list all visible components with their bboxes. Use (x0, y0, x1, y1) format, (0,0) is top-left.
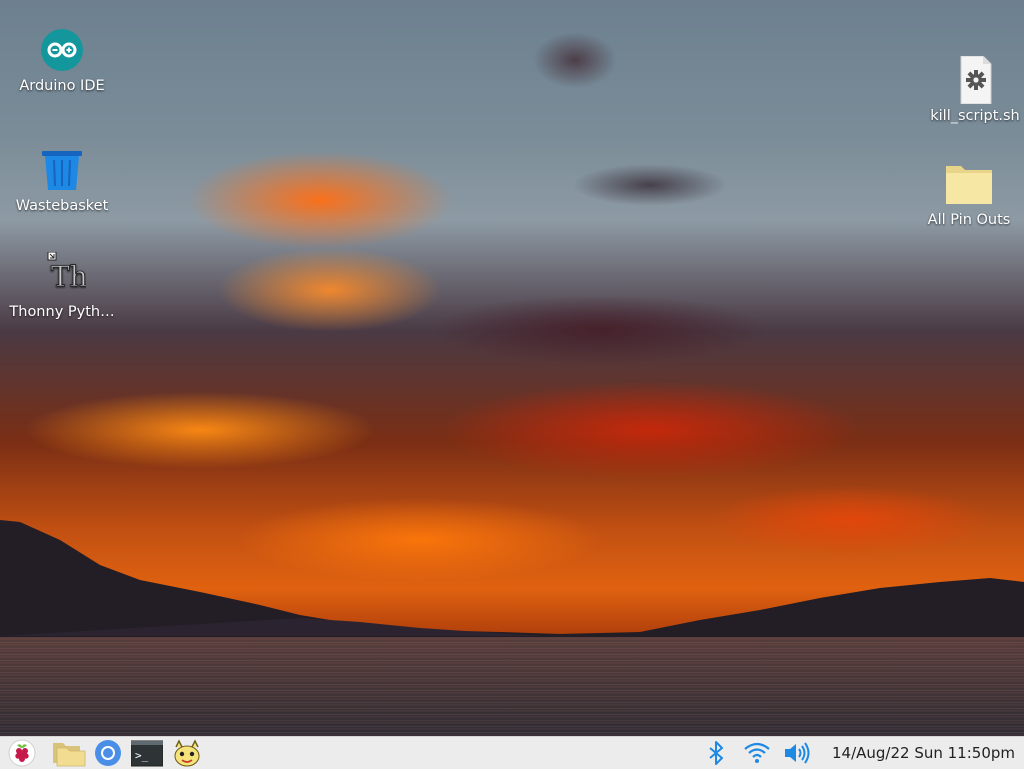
desktop-icon-label: kill_script.sh (930, 108, 1020, 124)
desktop-icon-label: Arduino IDE (19, 78, 105, 94)
taskbar: >_ 14/Aug/22 Sun 11:50pm (0, 736, 1024, 769)
folder-icon (945, 160, 993, 208)
svg-text:>_: >_ (135, 749, 149, 762)
wastebasket-icon (38, 146, 86, 194)
desktop-icon-label: All Pin Outs (927, 212, 1011, 228)
thonny-launcher-icon[interactable] (170, 739, 204, 767)
bluetooth-icon[interactable] (704, 739, 728, 767)
desktop-icon-kill-script[interactable]: kill_script.sh (920, 55, 1024, 124)
desktop-icon-all-pin-outs[interactable]: All Pin Outs (914, 160, 1024, 228)
wifi-icon[interactable] (743, 739, 771, 767)
desktop[interactable]: Arduino IDE Wastebasket Th Thonny Pyth… (0, 0, 1024, 736)
volume-icon[interactable] (782, 739, 812, 767)
raspberry-menu-icon[interactable] (8, 739, 36, 767)
desktop-icon-label: Wastebasket (15, 198, 109, 214)
thonny-icon: Th (38, 251, 88, 300)
arduino-icon (38, 26, 86, 74)
wallpaper-mountains (0, 520, 1024, 640)
svg-text:Th: Th (51, 260, 86, 293)
desktop-icon-label: Thonny Pyth… (9, 304, 115, 320)
desktop-icon-arduino-ide[interactable]: Arduino IDE (7, 26, 117, 94)
desktop-icon-thonny[interactable]: Th Thonny Pyth… (7, 251, 117, 320)
desktop-icon-wastebasket[interactable]: Wastebasket (7, 146, 117, 214)
chromium-icon[interactable] (94, 739, 122, 767)
shell-script-icon (951, 55, 999, 105)
taskbar-clock[interactable]: 14/Aug/22 Sun 11:50pm (832, 744, 1015, 762)
wallpaper-water (0, 637, 1024, 736)
file-manager-icon[interactable] (52, 739, 86, 767)
terminal-icon[interactable]: >_ (130, 739, 164, 767)
